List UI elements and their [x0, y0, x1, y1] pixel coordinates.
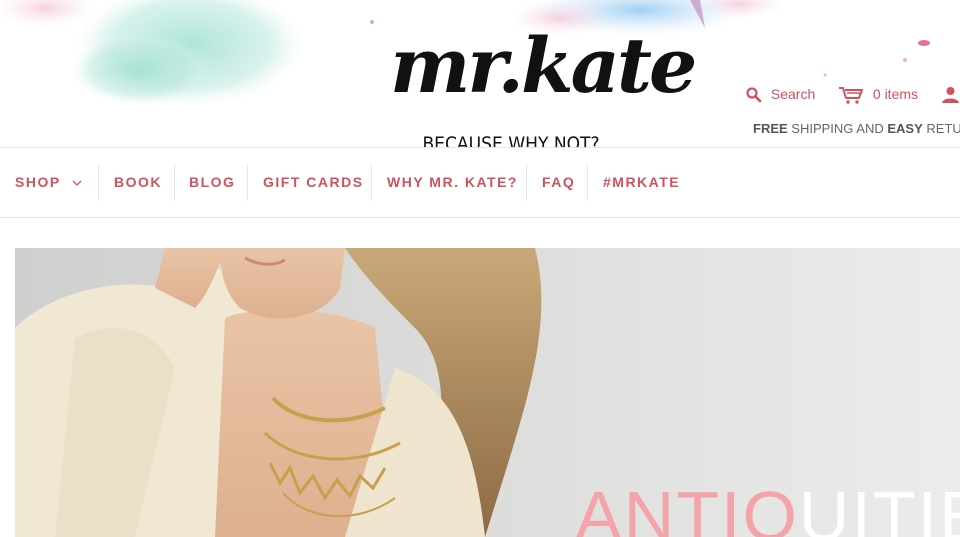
nav-divider: [247, 164, 248, 201]
promo-easy: EASY: [887, 121, 923, 136]
hero-title-part1: ANTIQ: [575, 477, 799, 537]
chevron-down-icon: [72, 180, 82, 186]
nav-divider: [98, 164, 99, 201]
site-header: mr.kate BECAUSE WHY NOT? Search 0 items …: [0, 0, 960, 148]
logo-wordmark: mr.kate: [390, 21, 697, 110]
hero-title-part2: UITIES: [798, 477, 960, 537]
hero-banner[interactable]: ANTIQUITIES: [15, 248, 960, 537]
nav-shop[interactable]: SHOP: [15, 164, 82, 201]
nav-why-mr-kate[interactable]: WHY MR. KATE?: [387, 164, 518, 201]
search-label: Search: [770, 86, 816, 102]
nav-divider: [371, 164, 372, 201]
cart-count: 0 items: [872, 86, 919, 102]
main-nav: SHOP BOOK BLOG GIFT CARDS WHY MR. KATE? …: [0, 148, 960, 218]
cart-link[interactable]: 0 items: [838, 84, 918, 104]
nav-mrkate[interactable]: #MRKATE: [603, 164, 680, 201]
hero-title: ANTIQUITIES: [575, 476, 960, 537]
search-icon: [746, 87, 762, 103]
site-logo[interactable]: mr.kate BECAUSE WHY NOT?: [390, 18, 697, 148]
promo-text-1: SHIPPING AND: [787, 121, 888, 136]
nav-divider: [174, 164, 175, 201]
logo-tagline: BECAUSE WHY NOT?: [416, 131, 606, 148]
promo-text-2: RETU: [922, 121, 960, 136]
account-icon: [942, 87, 959, 104]
nav-shop-label: SHOP: [15, 174, 61, 190]
promo-banner: FREE SHIPPING AND EASY RETU: [753, 120, 960, 138]
cart-icon: [839, 87, 863, 104]
search-link[interactable]: Search: [745, 84, 815, 104]
nav-divider: [587, 164, 588, 201]
nav-blog[interactable]: BLOG: [189, 164, 235, 201]
nav-book[interactable]: BOOK: [114, 164, 162, 201]
promo-free: FREE: [753, 121, 788, 136]
nav-divider: [526, 164, 527, 201]
nav-gift-cards[interactable]: GIFT CARDS: [263, 164, 364, 201]
account-link[interactable]: [941, 84, 960, 104]
nav-faq[interactable]: FAQ: [542, 164, 575, 201]
